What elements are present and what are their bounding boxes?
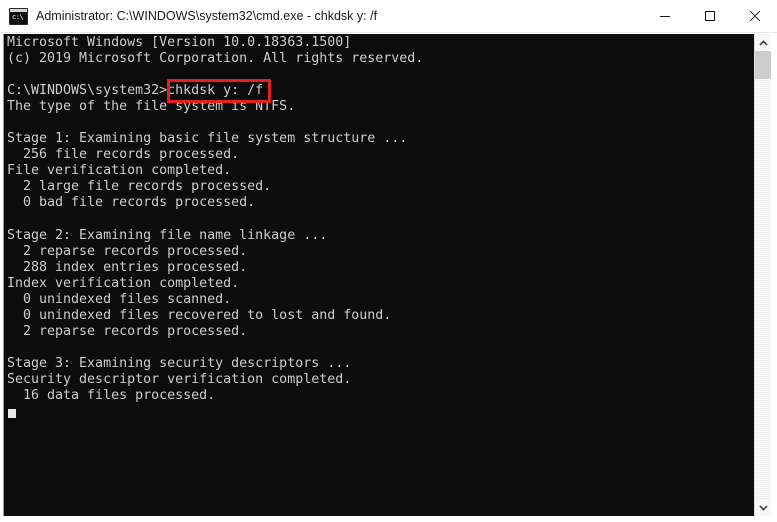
scrollbar-thumb[interactable] [755, 51, 771, 79]
cmd-icon-prompt-text: c:\ [12, 12, 24, 21]
console-scrollbar[interactable] [754, 34, 771, 516]
console-line: Security descriptor verification complet… [7, 371, 352, 387]
window-controls [642, 0, 777, 33]
console-line: 0 bad file records processed. [7, 195, 256, 211]
console-line: Stage 3: Examining security descriptors … [7, 355, 352, 371]
close-icon [749, 10, 760, 22]
scrollbar-down-button[interactable] [755, 499, 771, 516]
maximize-icon [704, 11, 715, 21]
scrollbar-track[interactable] [755, 51, 771, 499]
chevron-down-icon [759, 504, 768, 511]
console-line: 0 unindexed files recovered to lost and … [7, 307, 392, 323]
console-line: (c) 2019 Microsoft Corporation. All righ… [7, 51, 424, 67]
console-line: File verification completed. [7, 163, 232, 179]
chevron-up-icon [759, 39, 768, 46]
console-cursor [8, 409, 16, 419]
console-line: 256 file records processed. [7, 147, 240, 163]
console-line: 0 unindexed files scanned. [7, 291, 232, 307]
cmd-window: c:\ Administrator: C:\WINDOWS\system32\c… [0, 0, 777, 522]
console-line: C:\WINDOWS\system32>chkdsk y: /f [7, 83, 264, 99]
console-line: 288 index entries processed. [7, 259, 248, 275]
cmd-icon-titlestripe [10, 8, 27, 12]
console-line: 2 reparse records processed. [7, 243, 248, 259]
title-bar: c:\ Administrator: C:\WINDOWS\system32\c… [0, 0, 777, 33]
console-line: Stage 1: Examining basic file system str… [7, 131, 408, 147]
console-line: Index verification completed. [7, 275, 240, 291]
console-frame: Microsoft Windows [Version 10.0.18363.15… [0, 33, 777, 522]
scrollbar-up-button[interactable] [755, 34, 771, 51]
console-line: Stage 2: Examining file name linkage ... [7, 227, 328, 243]
minimize-icon [659, 16, 670, 17]
console-line: 2 reparse records processed. [7, 323, 248, 339]
console-text: Microsoft Windows [Version 10.0.18363.15… [7, 35, 751, 404]
console-line: Microsoft Windows [Version 10.0.18363.15… [7, 35, 352, 50]
minimize-button[interactable] [642, 0, 687, 33]
window-title: Administrator: C:\WINDOWS\system32\cmd.e… [36, 9, 378, 23]
maximize-button[interactable] [687, 0, 732, 33]
title-bar-left: c:\ Administrator: C:\WINDOWS\system32\c… [0, 7, 642, 25]
console-line: 2 large file records processed. [7, 179, 272, 195]
console-line: The type of the file system is NTFS. [7, 99, 296, 115]
close-button[interactable] [732, 0, 777, 33]
console-line: 16 data files processed. [7, 388, 216, 404]
cmd-console-icon: c:\ [9, 7, 28, 25]
console-output-area[interactable]: Microsoft Windows [Version 10.0.18363.15… [3, 34, 771, 516]
